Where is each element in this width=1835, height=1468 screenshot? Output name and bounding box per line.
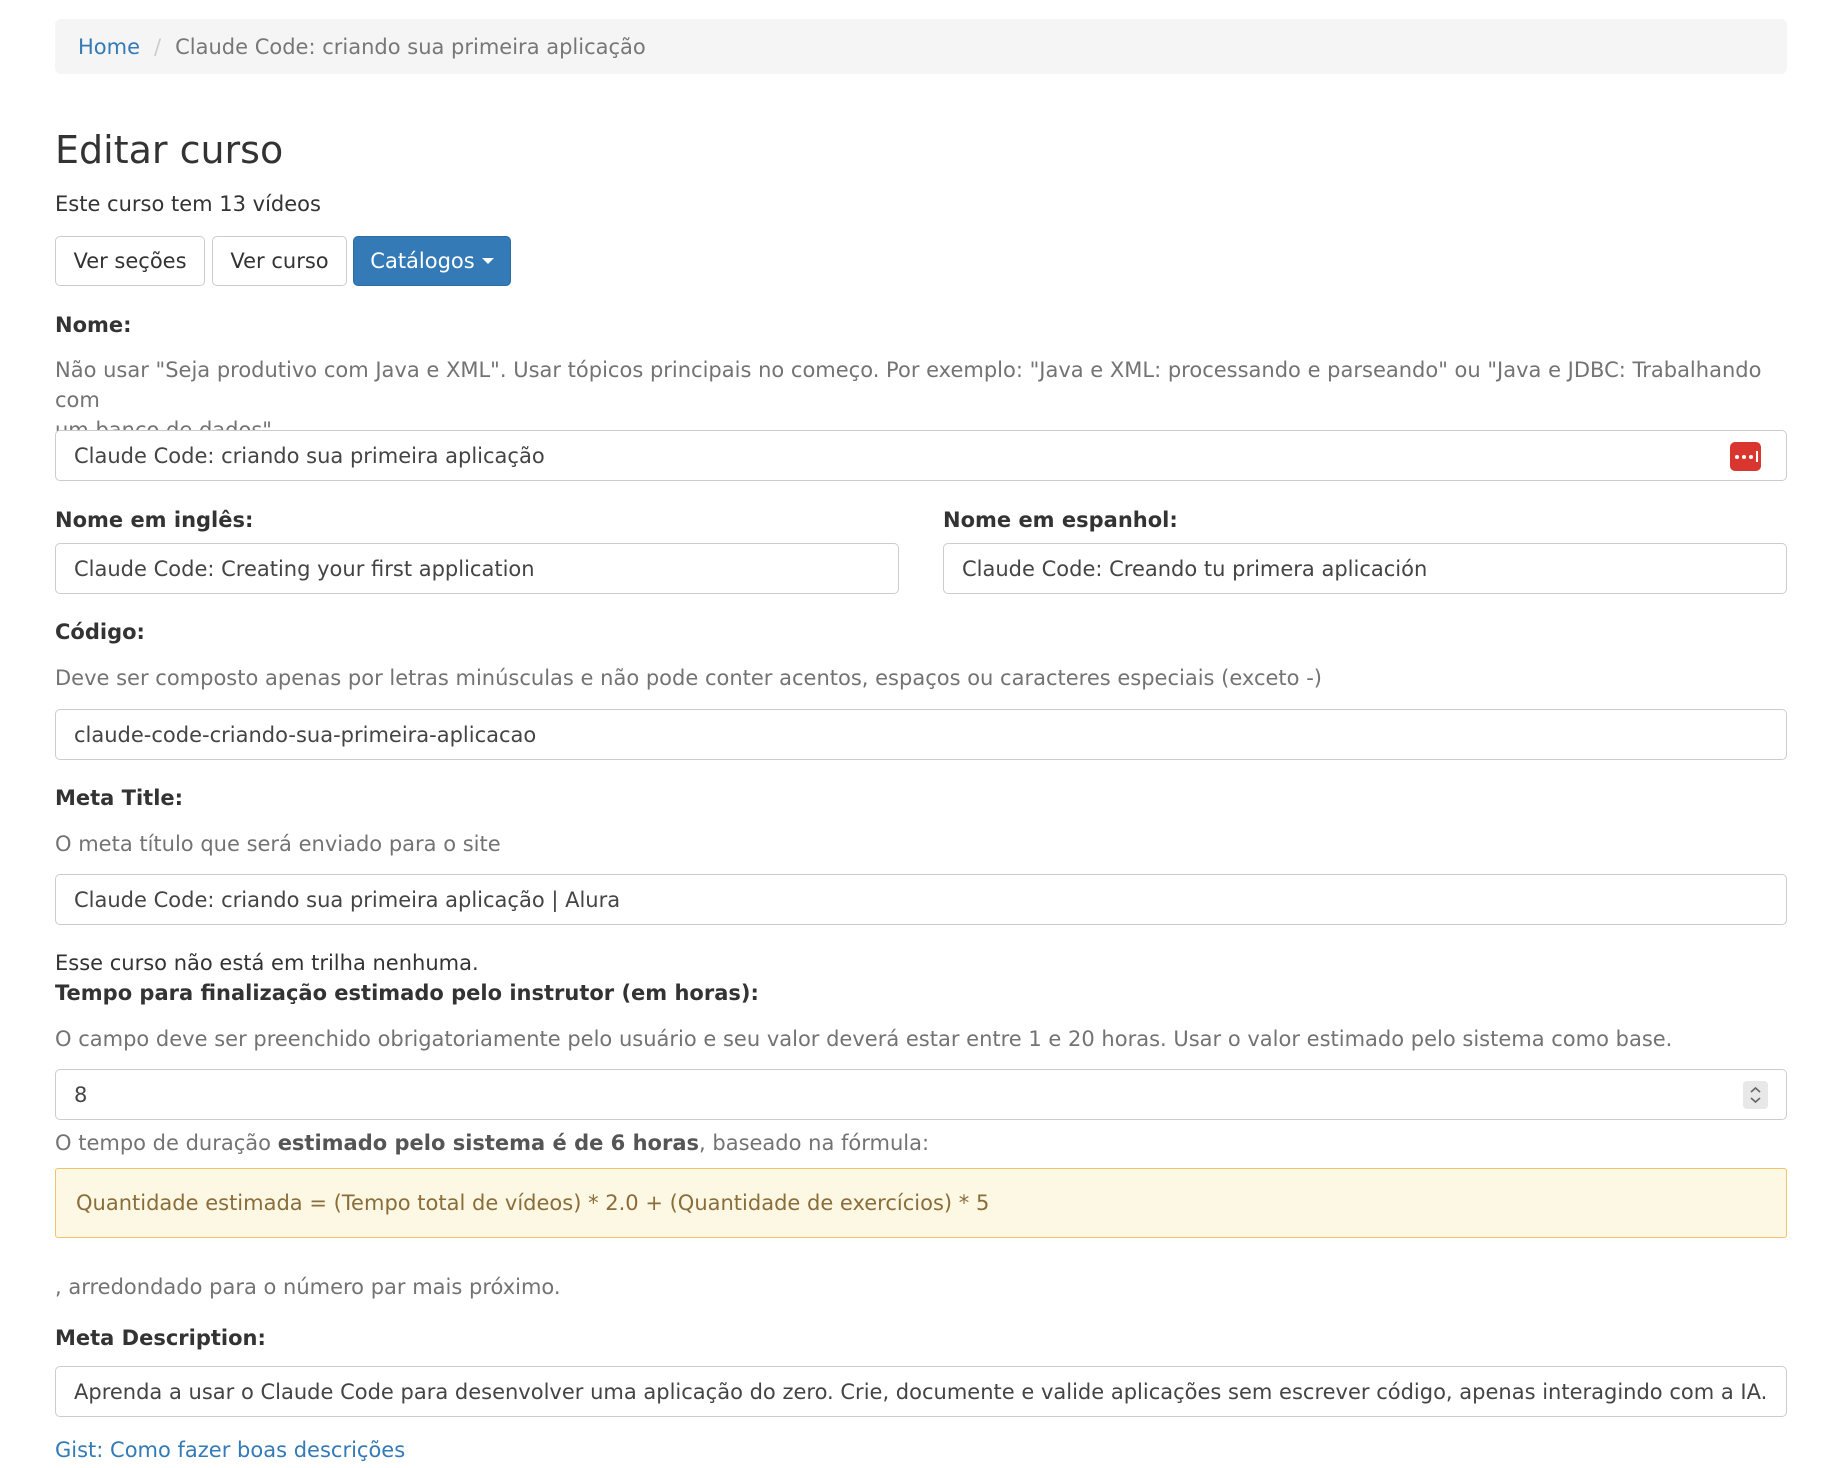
name-input-value: Claude Code: criando sua primeira aplica…	[74, 443, 545, 468]
formula-alert: Quantidade estimada = (Tempo total de ví…	[55, 1168, 1787, 1238]
breadcrumb-home-link[interactable]: Home	[78, 35, 140, 59]
meta-title-input[interactable]: Claude Code: criando sua primeira aplica…	[55, 874, 1787, 925]
meta-title-label: Meta Title:	[55, 786, 184, 810]
page-title: Editar curso	[55, 128, 284, 172]
code-input-value: claude-code-criando-sua-primeira-aplicac…	[74, 722, 537, 747]
breadcrumb-separator: /	[154, 34, 162, 59]
estimated-time-label: Tempo para finalização estimado pelo ins…	[55, 981, 759, 1005]
catalogs-label: Catálogos	[370, 249, 475, 273]
track-info: Esse curso não está em trilha nenhuma.	[55, 951, 479, 975]
name-es-input-value: Claude Code: Creando tu primera aplicaci…	[962, 556, 1428, 581]
code-label: Código:	[55, 620, 145, 644]
name-en-label: Nome em inglês:	[55, 508, 254, 532]
page: Home / Claude Code: criando sua primeira…	[0, 0, 1835, 1468]
caret-down-icon	[481, 258, 494, 264]
name-input[interactable]: Claude Code: criando sua primeira aplica…	[55, 430, 1787, 481]
meta-description-label: Meta Description:	[55, 1326, 266, 1350]
name-label: Nome:	[55, 313, 132, 337]
spinner-arrows-icon	[1750, 1086, 1761, 1104]
estimated-time-help: O campo deve ser preenchido obrigatoriam…	[55, 1027, 1673, 1051]
breadcrumb: Home / Claude Code: criando sua primeira…	[55, 19, 1787, 74]
meta-description-input[interactable]: Aprenda a usar o Claude Code para desenv…	[55, 1366, 1787, 1417]
system-estimate-suffix: , baseado na fórmula:	[699, 1131, 930, 1155]
code-input[interactable]: claude-code-criando-sua-primeira-aplicac…	[55, 709, 1787, 760]
name-help-line-1: Não usar "Seja produtivo com Java e XML"…	[55, 358, 1762, 412]
estimated-time-input-value: 8	[74, 1082, 88, 1107]
name-es-label: Nome em espanhol:	[943, 508, 1178, 532]
catalogs-dropdown-button[interactable]: Catálogos	[353, 236, 511, 286]
meta-title-help: O meta título que será enviado para o si…	[55, 832, 501, 856]
formula-text: Quantidade estimada = (Tempo total de ví…	[76, 1191, 990, 1215]
gist-link[interactable]: Gist: Como fazer boas descrições	[55, 1438, 405, 1462]
name-es-input[interactable]: Claude Code: Creando tu primera aplicaci…	[943, 543, 1787, 594]
view-course-button[interactable]: Ver curso	[212, 236, 347, 286]
rounding-note: , arredondado para o número par mais pró…	[55, 1275, 561, 1299]
system-estimate-prefix: O tempo de duração	[55, 1131, 278, 1155]
password-manager-icon[interactable]	[1730, 442, 1761, 471]
course-video-count: Este curso tem 13 vídeos	[55, 192, 321, 216]
view-sections-button[interactable]: Ver seções	[55, 236, 205, 286]
name-en-input[interactable]: Claude Code: Creating your first applica…	[55, 543, 899, 594]
meta-title-input-value: Claude Code: criando sua primeira aplica…	[74, 887, 621, 912]
estimated-time-input[interactable]: 8	[55, 1069, 1787, 1120]
name-en-input-value: Claude Code: Creating your first applica…	[74, 556, 535, 581]
system-estimate-bold: estimado pelo sistema é de 6 horas	[277, 1131, 700, 1155]
meta-description-input-value: Aprenda a usar o Claude Code para desenv…	[74, 1379, 1768, 1404]
breadcrumb-current: Claude Code: criando sua primeira aplica…	[175, 34, 646, 59]
number-spinner[interactable]	[1743, 1081, 1768, 1109]
system-estimate-text: O tempo de duração estimado pelo sistema…	[55, 1128, 929, 1158]
code-help: Deve ser composto apenas por letras minú…	[55, 666, 1322, 690]
